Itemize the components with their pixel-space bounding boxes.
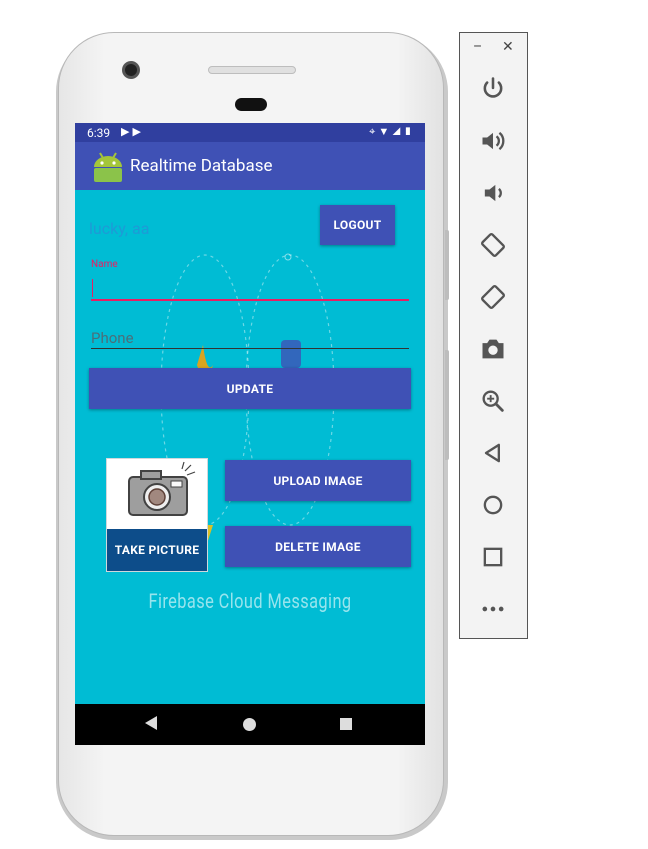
app-title: Realtime Database <box>130 156 273 176</box>
phone-power-key <box>445 350 449 460</box>
emulator-toolbar: – ✕ <box>459 32 528 639</box>
phone-volume-key <box>445 230 449 300</box>
signal-icon: ◢ <box>392 125 404 138</box>
minimize-icon[interactable]: – <box>473 39 482 55</box>
zoom-icon[interactable] <box>477 385 509 417</box>
back-icon[interactable] <box>477 437 509 469</box>
phone-input[interactable] <box>91 327 409 349</box>
battery-icon: ▮ <box>403 125 415 138</box>
name-field-label: Name <box>91 259 118 270</box>
wifi-icon: ▼ <box>378 125 393 138</box>
home-icon[interactable] <box>243 718 256 731</box>
close-icon[interactable]: ✕ <box>502 39 514 55</box>
name-input[interactable] <box>91 275 409 301</box>
more-icon[interactable] <box>477 593 509 625</box>
earpiece-speaker <box>208 66 296 74</box>
camera-icon <box>128 461 196 516</box>
upload-image-button[interactable]: UPLOAD IMAGE <box>225 460 411 501</box>
update-button[interactable]: UPDATE <box>89 368 411 409</box>
android-icon <box>94 152 122 182</box>
play-store-icon: ▶▶ <box>121 125 144 138</box>
status-time: 6:39 <box>87 126 111 140</box>
status-icons: ⌖▼◢▮ <box>369 125 415 139</box>
power-icon[interactable] <box>477 73 509 105</box>
rotate-right-icon[interactable] <box>477 281 509 313</box>
text-cursor <box>92 279 93 297</box>
take-picture-button[interactable]: TAKE PICTURE <box>106 458 208 572</box>
proximity-sensor <box>235 98 267 111</box>
system-nav-bar <box>75 704 425 745</box>
emulator-stage: 6:39 ▶▶ ⌖▼◢▮ Realtime Database lucky, aa… <box>0 0 648 849</box>
volume-down-icon[interactable] <box>477 177 509 209</box>
logout-button[interactable]: LOGOUT <box>320 205 395 245</box>
rotate-left-icon[interactable] <box>477 229 509 261</box>
location-icon: ⌖ <box>369 125 379 138</box>
back-icon[interactable] <box>145 716 157 730</box>
screenshot-icon[interactable] <box>477 333 509 365</box>
front-camera <box>122 61 140 79</box>
app-bar: Realtime Database <box>75 142 425 190</box>
overview-icon[interactable] <box>477 541 509 573</box>
device-screen: 6:39 ▶▶ ⌖▼◢▮ Realtime Database lucky, aa… <box>75 123 425 745</box>
take-picture-label: TAKE PICTURE <box>107 529 207 571</box>
volume-up-icon[interactable] <box>477 125 509 157</box>
home-icon[interactable] <box>477 489 509 521</box>
firebase-footer-text: Firebase Cloud Messaging <box>148 589 352 613</box>
status-bar: 6:39 ▶▶ ⌖▼◢▮ <box>75 123 425 142</box>
user-info-text: lucky, aa <box>89 219 150 238</box>
delete-image-button[interactable]: DELETE IMAGE <box>225 526 411 567</box>
recents-icon[interactable] <box>340 718 352 730</box>
